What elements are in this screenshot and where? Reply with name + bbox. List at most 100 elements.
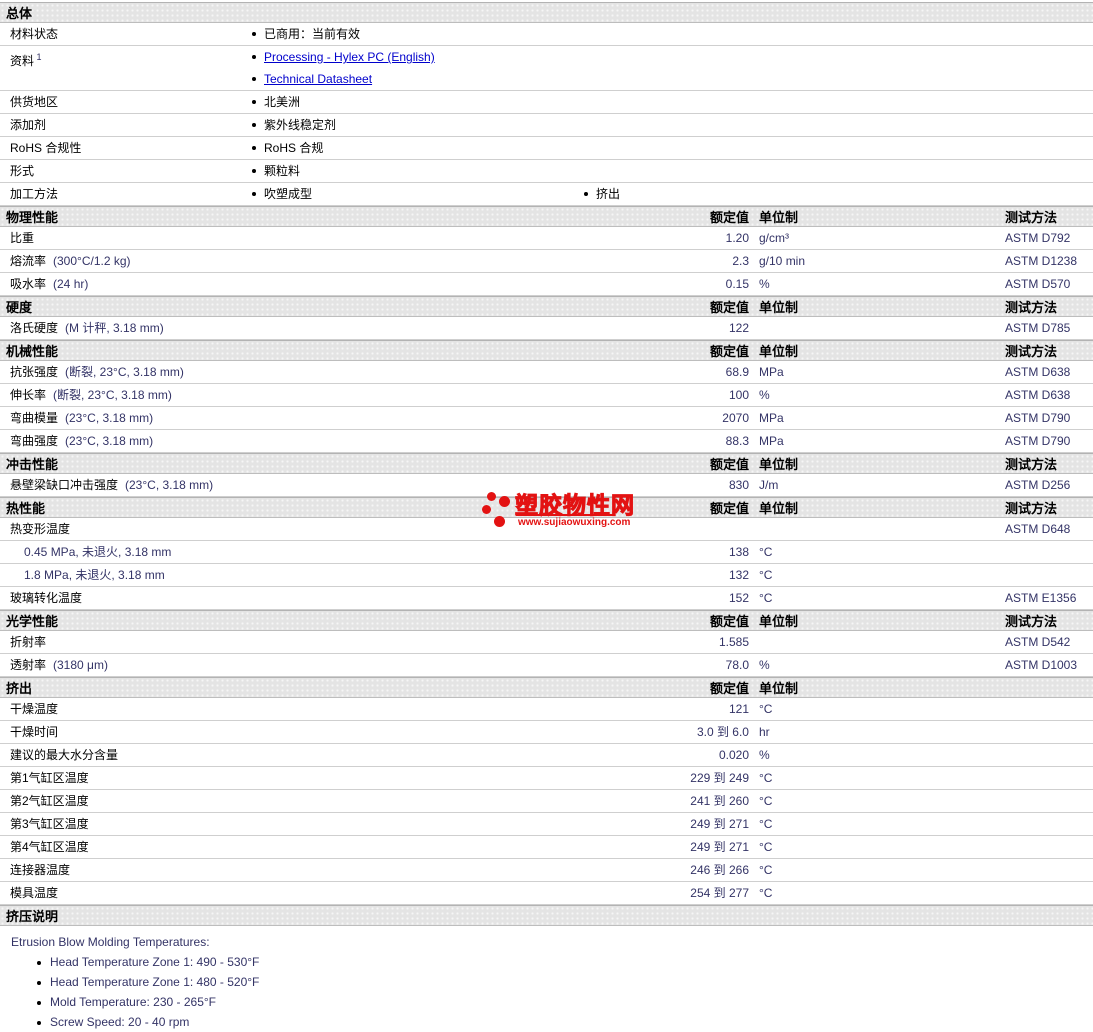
property-label: 连接器温度 xyxy=(10,863,71,877)
note-bullet-text: Screw Speed: 20 - 40 rpm xyxy=(50,1015,190,1029)
property-value: 246 到 266 xyxy=(690,863,749,877)
property-label: 建议的最大水分含量 xyxy=(10,748,119,762)
property-value: 68.9 xyxy=(725,365,749,379)
property-value: 122 xyxy=(728,321,749,335)
column-header-value: 额定值 xyxy=(709,681,749,696)
bullet-item-text: 吹塑成型 xyxy=(264,187,313,201)
property-condition: (3180 μm) xyxy=(53,658,108,672)
test-method xyxy=(1005,721,1093,743)
column-header-unit: 单位制 xyxy=(759,501,799,516)
property-label: 悬壁梁缺口冲击强度 (23°C, 3.18 mm) xyxy=(10,478,214,492)
note-bullet-item: Mold Temperature: 230 - 265°F xyxy=(0,992,1093,1012)
property-row: 比重 1.20 g/cm³ ASTM D792 xyxy=(0,227,1093,250)
test-method: ASTM D256 xyxy=(1005,478,1071,492)
property-label: 第4气缸区温度 xyxy=(10,840,89,854)
property-value: 121 xyxy=(728,702,749,716)
property-condition: (M 计秤, 3.18 mm) xyxy=(65,321,164,335)
property-value xyxy=(633,518,753,540)
bullet-icon xyxy=(252,191,256,196)
section-header: 机械性能 额定值 单位制 测试方法 xyxy=(0,340,1093,361)
test-method: ASTM E1356 xyxy=(1005,591,1077,605)
bullet-icon xyxy=(252,31,256,36)
footnote-ref: 1 xyxy=(34,52,42,62)
property-row: 吸水率 (24 hr) 0.15% ASTM D570 xyxy=(0,273,1093,296)
property-label: 第1气缸区温度 xyxy=(10,771,89,785)
property-row: 连接器温度 246 到 266 °C xyxy=(0,859,1093,882)
general-row-label: RoHS 合规性 xyxy=(10,141,82,155)
property-unit: °C xyxy=(759,545,773,559)
property-row: 熔流率 (300°C/1.2 kg) 2.3 g/10 min ASTM D1238 xyxy=(0,250,1093,273)
property-unit xyxy=(753,317,1005,339)
test-method: ASTM D638 xyxy=(1005,365,1071,379)
column-header-unit: 单位制 xyxy=(759,300,799,315)
bullet-icon xyxy=(37,961,41,965)
property-row: 弯曲模量 (23°C, 3.18 mm) 2070 MPa ASTM D790 xyxy=(0,407,1093,430)
bullet-icon xyxy=(584,191,588,196)
test-method: ASTM D1003 xyxy=(1005,658,1078,672)
test-method: ASTM D570 xyxy=(1005,277,1071,291)
property-value: 249 到 271 xyxy=(690,817,749,831)
property-condition: (23°C, 3.18 mm) xyxy=(65,411,154,425)
bullet-icon xyxy=(37,1001,41,1005)
column-header-unit: 单位制 xyxy=(759,457,799,472)
property-row: 玻璃转化温度 152 °C ASTM E1356 xyxy=(0,587,1093,610)
property-unit: % xyxy=(759,748,770,762)
property-row: 折射率 1.585 ASTM D542 xyxy=(0,631,1093,654)
bullet-icon xyxy=(37,1021,41,1025)
property-condition: (断裂, 23°C, 3.18 mm) xyxy=(65,365,184,379)
property-unit: % xyxy=(759,658,770,672)
property-unit: °C xyxy=(759,794,773,808)
column-header-value: 额定值 xyxy=(709,300,749,315)
property-label: 透射率 (3180 μm) xyxy=(10,658,108,672)
test-method: ASTM D638 xyxy=(1005,388,1071,402)
property-unit: % xyxy=(759,277,770,291)
property-label: 干燥时间 xyxy=(10,725,59,739)
column-header-method: 测试方法 xyxy=(1005,457,1058,472)
property-row: 第4气缸区温度 249 到 271 °C xyxy=(0,836,1093,859)
general-row: 形式 颗粒料 xyxy=(0,160,1093,183)
column-header-unit: 单位制 xyxy=(759,681,799,696)
property-label: 0.45 MPa, 未退火, 3.18 mm xyxy=(24,545,172,559)
test-method xyxy=(1005,698,1093,720)
column-header-value: 额定值 xyxy=(709,614,749,629)
general-row-label: 添加剂 xyxy=(10,118,47,132)
datasheet-link[interactable]: Processing - Hylex PC (English) xyxy=(264,50,435,64)
property-value: 2.3 xyxy=(732,254,749,268)
column-header-method: 测试方法 xyxy=(1005,210,1058,225)
property-value: 1.585 xyxy=(718,635,749,649)
section-title: 硬度 xyxy=(6,300,33,315)
property-value: 249 到 271 xyxy=(690,840,749,854)
property-condition: (23°C, 3.18 mm) xyxy=(125,478,214,492)
general-row: 添加剂 紫外线稳定剂 xyxy=(0,114,1093,137)
property-unit: °C xyxy=(759,863,773,877)
property-condition: (24 hr) xyxy=(53,277,89,291)
column-header-method: 测试方法 xyxy=(1005,501,1058,516)
section-header: 物理性能 额定值 单位制 测试方法 xyxy=(0,206,1093,227)
general-row: 加工方法 吹塑成型 挤出 xyxy=(0,183,1093,206)
property-condition: (300°C/1.2 kg) xyxy=(53,254,131,268)
general-row-values: 紫外线稳定剂 xyxy=(252,114,1093,136)
test-method: ASTM D790 xyxy=(1005,434,1071,448)
test-method: ASTM D648 xyxy=(1005,522,1071,536)
property-value: 229 到 249 xyxy=(690,771,749,785)
section-header: 冲击性能 额定值 单位制 测试方法 xyxy=(0,453,1093,474)
general-row-label: 形式 xyxy=(10,164,35,178)
property-row: 悬壁梁缺口冲击强度 (23°C, 3.18 mm) 830 J/m ASTM D256 xyxy=(0,474,1093,497)
property-label: 玻璃转化温度 xyxy=(10,591,83,605)
datasheet-link[interactable]: Technical Datasheet xyxy=(264,72,372,86)
property-value: 138 xyxy=(728,545,749,559)
bullet-item: 颗粒料 xyxy=(252,160,584,182)
property-value: 2070 xyxy=(722,411,749,425)
section-title: 挤出 xyxy=(6,681,33,696)
property-label: 干燥温度 xyxy=(10,702,59,716)
test-method xyxy=(1005,767,1093,789)
test-method: ASTM D1238 xyxy=(1005,254,1078,268)
general-row-label: 加工方法 xyxy=(10,187,59,201)
property-value: 0.15 xyxy=(725,277,749,291)
column-header-unit: 单位制 xyxy=(759,614,799,629)
property-unit: % xyxy=(759,388,770,402)
bullet-item: 吹塑成型 xyxy=(252,183,584,205)
property-unit: °C xyxy=(759,840,773,854)
general-row: 供货地区 北美洲 xyxy=(0,91,1093,114)
property-label: 1.8 MPa, 未退火, 3.18 mm xyxy=(24,568,165,582)
